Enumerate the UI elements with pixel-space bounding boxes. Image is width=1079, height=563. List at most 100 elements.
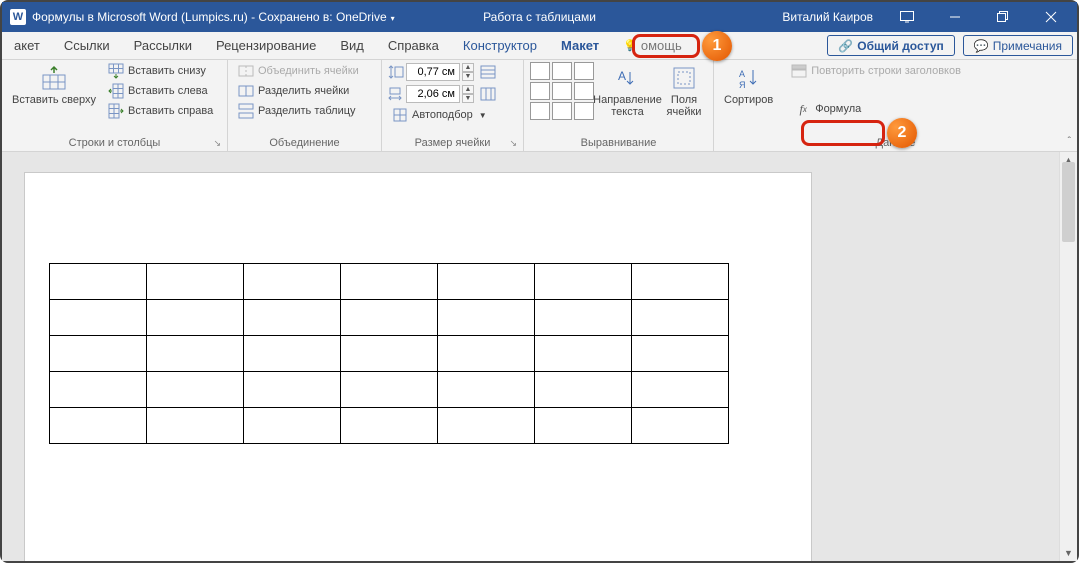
tab-references[interactable]: Ссылки	[52, 32, 122, 59]
table-cell[interactable]	[438, 372, 535, 408]
table-cell[interactable]	[341, 336, 438, 372]
table-cell[interactable]	[632, 264, 729, 300]
merge-cells-label: Объединить ячейки	[258, 65, 359, 77]
width-spin-up[interactable]: ▲	[462, 85, 474, 94]
col-width-input[interactable]	[406, 85, 460, 103]
table-cell[interactable]	[341, 408, 438, 444]
table-cell[interactable]	[535, 264, 632, 300]
table-cell[interactable]	[147, 408, 244, 444]
table-cell[interactable]	[632, 408, 729, 444]
table-cell[interactable]	[50, 264, 147, 300]
table-cell[interactable]	[50, 372, 147, 408]
table-cell[interactable]	[632, 336, 729, 372]
split-cells-button[interactable]: Разделить ячейки	[234, 82, 363, 100]
tab-table-design[interactable]: Конструктор	[451, 32, 549, 59]
insert-below-button[interactable]: Вставить снизу	[104, 62, 217, 80]
insert-above-button[interactable]: Вставить сверху	[8, 62, 100, 108]
table-cell[interactable]	[244, 408, 341, 444]
save-location-dropdown-icon[interactable]: ▾	[391, 14, 395, 23]
tab-table-layout[interactable]: Макет	[549, 32, 611, 59]
comments-button[interactable]: 💬 Примечания	[963, 35, 1073, 56]
table-cell[interactable]	[341, 300, 438, 336]
width-spin-down[interactable]: ▼	[462, 94, 474, 103]
table-cell[interactable]	[438, 300, 535, 336]
table-row[interactable]	[50, 300, 729, 336]
table-cell[interactable]	[50, 300, 147, 336]
split-table-button[interactable]: Разделить таблицу	[234, 102, 363, 120]
tab-layout-doc[interactable]: акет	[2, 32, 52, 59]
align-tr[interactable]	[574, 62, 594, 80]
insert-right-button[interactable]: Вставить справа	[104, 102, 217, 120]
scroll-thumb[interactable]	[1062, 162, 1075, 242]
table-cell[interactable]	[244, 372, 341, 408]
align-bl[interactable]	[530, 102, 550, 120]
formula-button[interactable]: fx Формула	[787, 98, 965, 120]
table-cell[interactable]	[50, 408, 147, 444]
table-cell[interactable]	[147, 300, 244, 336]
share-button[interactable]: 🔗 Общий доступ	[827, 35, 954, 56]
split-cells-icon	[238, 83, 254, 99]
align-mc[interactable]	[552, 82, 572, 100]
repeat-header-rows-button[interactable]: Повторить строки заголовков	[787, 62, 965, 80]
tab-help[interactable]: Справка	[376, 32, 451, 59]
table-cell[interactable]	[244, 336, 341, 372]
table-cell[interactable]	[147, 336, 244, 372]
document-page[interactable]	[24, 172, 812, 561]
ribbon-display-options-button[interactable]	[887, 2, 927, 32]
merge-cells-button[interactable]: Объединить ячейки	[234, 62, 363, 80]
vertical-scrollbar[interactable]: ▲ ▼	[1059, 152, 1077, 561]
table-cell[interactable]	[535, 408, 632, 444]
table-row[interactable]	[50, 372, 729, 408]
align-tc[interactable]	[552, 62, 572, 80]
tab-mailings[interactable]: Рассылки	[122, 32, 204, 59]
cell-size-launcher-icon[interactable]: ↘	[509, 138, 517, 149]
scroll-down-arrow[interactable]: ▼	[1060, 545, 1077, 561]
repeat-header-icon	[791, 63, 807, 79]
table-cell[interactable]	[50, 336, 147, 372]
restore-button[interactable]	[983, 2, 1023, 32]
cell-margins-button[interactable]: Поля ячейки	[661, 62, 707, 120]
table-cell[interactable]	[341, 264, 438, 300]
minimize-button[interactable]	[935, 2, 975, 32]
table-cell[interactable]	[244, 300, 341, 336]
table-row[interactable]	[50, 408, 729, 444]
table-cell[interactable]	[438, 336, 535, 372]
align-ml[interactable]	[530, 82, 550, 100]
rows-cols-launcher-icon[interactable]: ↘	[213, 138, 221, 149]
collapse-ribbon-button[interactable]: ˆ	[1068, 136, 1071, 147]
distribute-cols-icon[interactable]	[480, 87, 496, 101]
align-br[interactable]	[574, 102, 594, 120]
table-cell[interactable]	[341, 372, 438, 408]
height-icon	[388, 65, 404, 79]
tab-view[interactable]: Вид	[328, 32, 376, 59]
distribute-rows-icon[interactable]	[480, 65, 496, 79]
autofit-button[interactable]: Автоподбор ▼	[388, 106, 517, 124]
height-spin-up[interactable]: ▲	[462, 63, 474, 72]
align-mr[interactable]	[574, 82, 594, 100]
table-cell[interactable]	[535, 372, 632, 408]
table-cell[interactable]	[438, 264, 535, 300]
table-cell[interactable]	[632, 300, 729, 336]
table-cell[interactable]	[147, 264, 244, 300]
table-row[interactable]	[50, 264, 729, 300]
row-height-input[interactable]	[406, 63, 460, 81]
table-cell[interactable]	[438, 408, 535, 444]
table-cell[interactable]	[535, 336, 632, 372]
table-cell[interactable]	[535, 300, 632, 336]
table-cell[interactable]	[147, 372, 244, 408]
text-direction-button[interactable]: A Направление текста	[598, 62, 657, 120]
tab-review[interactable]: Рецензирование	[204, 32, 328, 59]
align-tl[interactable]	[530, 62, 550, 80]
document-table[interactable]	[49, 263, 729, 444]
table-cell[interactable]	[632, 372, 729, 408]
align-bc[interactable]	[552, 102, 572, 120]
close-button[interactable]	[1031, 2, 1071, 32]
insert-left-button[interactable]: Вставить слева	[104, 82, 217, 100]
user-name[interactable]: Виталий Каиров	[782, 10, 873, 24]
title-bar: W Формулы в Microsoft Word (Lumpics.ru) …	[2, 2, 1077, 32]
table-row[interactable]	[50, 336, 729, 372]
sort-button[interactable]: AЯ Сортиров	[720, 62, 777, 108]
table-cell[interactable]	[244, 264, 341, 300]
tell-me-search[interactable]: 💡 омощь	[611, 32, 694, 59]
height-spin-down[interactable]: ▼	[462, 72, 474, 81]
